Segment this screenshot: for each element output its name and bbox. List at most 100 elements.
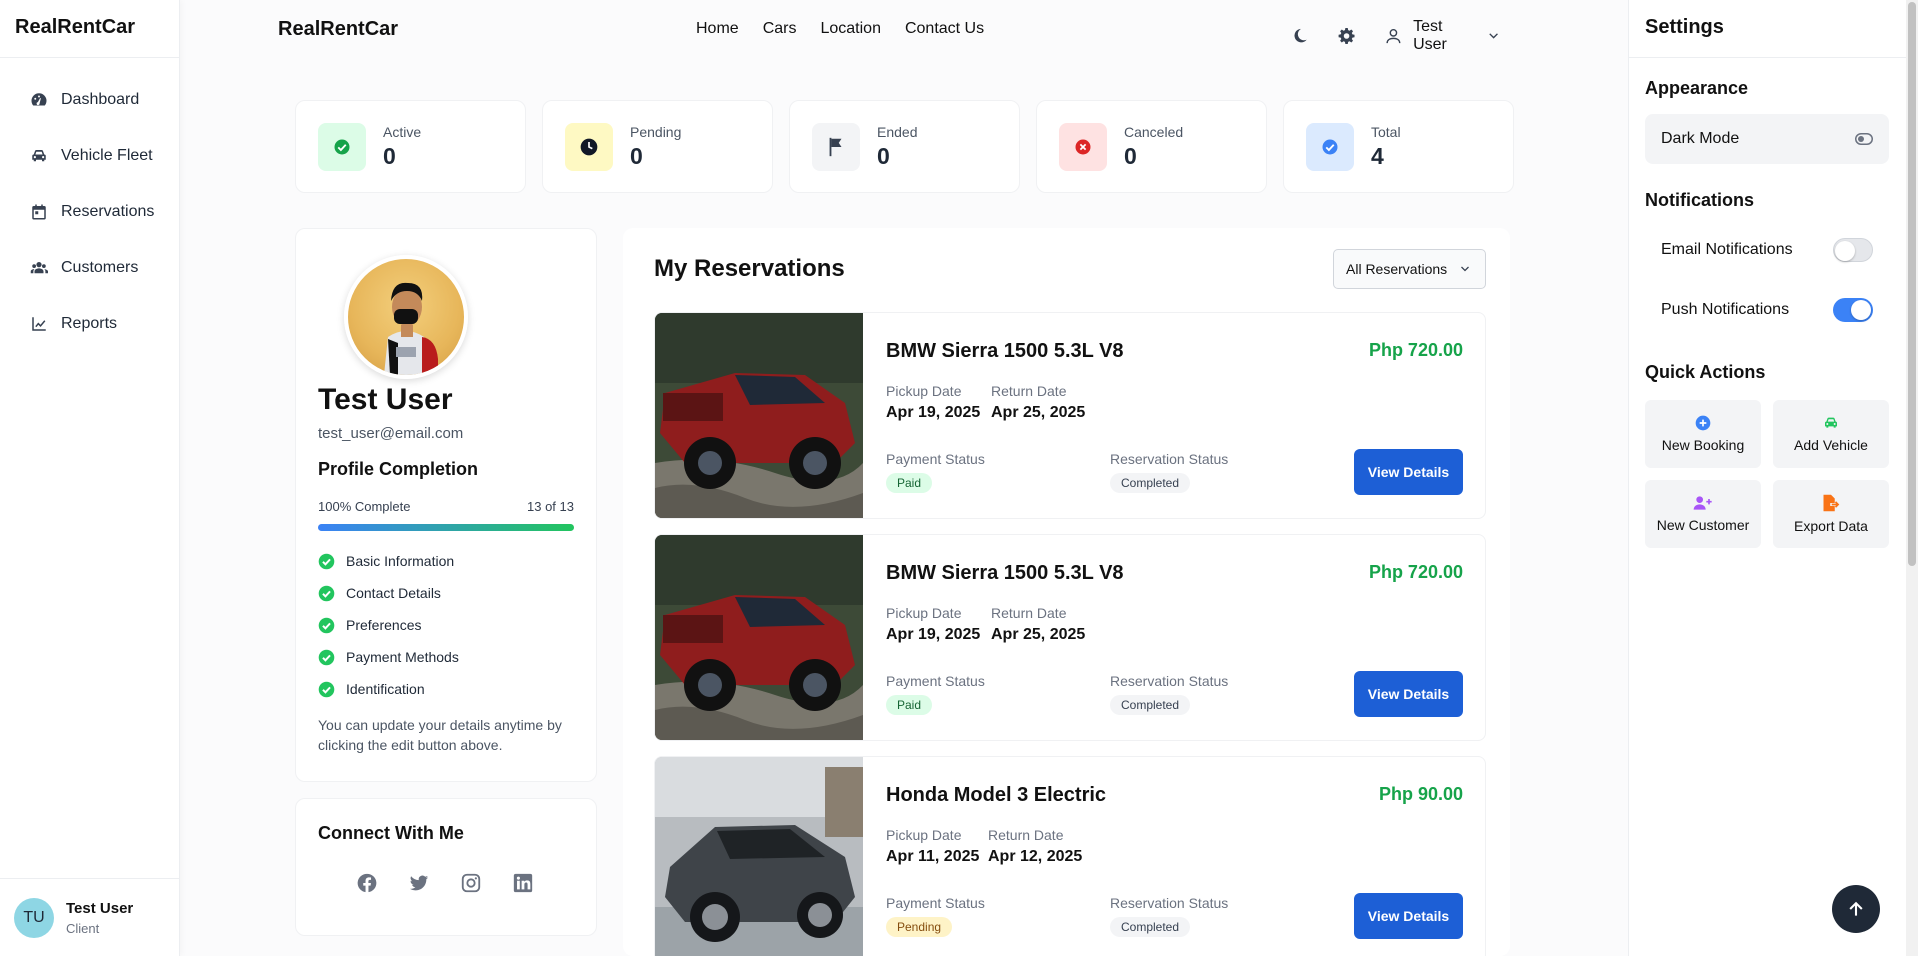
reservation-price: Php 720.00	[1368, 340, 1463, 360]
scroll-to-top-button[interactable]	[1832, 885, 1880, 933]
stat-value: 0	[383, 142, 396, 169]
email-notifications-label: Email Notifications	[1661, 241, 1793, 258]
stat-icon-box	[1306, 122, 1354, 171]
sidebar-item-vehicle-fleet[interactable]: Vehicle Fleet	[0, 128, 179, 184]
quick-actions-heading: Quick Actions	[1645, 362, 1766, 382]
sidebar-item-customers[interactable]: Customers	[0, 240, 179, 296]
toggle-knob	[1851, 300, 1871, 320]
social-links	[356, 872, 574, 894]
new-booking-button[interactable]: New Booking	[1645, 400, 1761, 468]
sidebar-user[interactable]: TU Test User Client	[0, 878, 180, 956]
file-export-icon	[1823, 494, 1840, 512]
checklist-label: Contact Details	[346, 585, 441, 601]
stat-card-pending: Pending 0	[542, 100, 773, 193]
user-name: Test User	[66, 899, 134, 917]
check-circle-icon	[318, 649, 335, 665]
car-photo-gray-sedan	[655, 757, 863, 956]
car-photo-red-truck	[655, 535, 863, 740]
view-details-button[interactable]: View Details	[1354, 893, 1463, 939]
stat-label: Ended	[877, 123, 918, 140]
nav-link-contact[interactable]: Contact Us	[905, 20, 984, 38]
stat-label: Active	[383, 123, 422, 140]
push-notifications-toggle[interactable]	[1833, 298, 1873, 322]
top-navbar: RealRentCar Home Cars Location Contact U…	[278, 0, 1510, 62]
stat-card-total: Total 4	[1283, 100, 1514, 193]
export-data-button[interactable]: Export Data	[1773, 480, 1889, 548]
quick-action-label: Export Data	[1794, 518, 1868, 534]
add-vehicle-button[interactable]: Add Vehicle	[1773, 400, 1889, 468]
reservation-price: Php 720.00	[1368, 562, 1463, 582]
profile-completion-row: 100% Complete 13 of 13	[318, 499, 574, 514]
reservation-card: BMW Sierra 1500 5.3L V8 Php 720.00 Picku…	[654, 534, 1486, 741]
nav-link-cars[interactable]: Cars	[763, 20, 797, 38]
calendar-icon	[32, 204, 46, 220]
stat-icon-box	[318, 122, 366, 171]
stat-value: 4	[1371, 142, 1384, 169]
return-date: Apr 12, 2025	[988, 848, 1083, 865]
sidebar-item-dashboard[interactable]: Dashboard	[0, 72, 179, 128]
page-scrollbar[interactable]	[1906, 0, 1918, 956]
appearance-heading: Appearance	[1645, 78, 1749, 98]
completion-count: 13 of 13	[527, 499, 574, 514]
quick-action-label: New Booking	[1661, 437, 1745, 453]
stat-value: 0	[877, 142, 890, 169]
pickup-label: Pickup Date	[886, 827, 962, 843]
navbar-brand[interactable]: RealRentCar	[278, 18, 398, 41]
email-notifications-toggle[interactable]	[1833, 238, 1873, 262]
gear-icon[interactable]	[1337, 26, 1356, 46]
push-notifications-row: Push Notifications	[1661, 298, 1873, 322]
scrollbar-thumb[interactable]	[1908, 2, 1916, 566]
stat-card-active: Active 0	[295, 100, 526, 193]
sidebar-item-label: Customers	[61, 259, 139, 276]
payment-status-badge: Paid	[886, 473, 933, 493]
sidebar-item-reservations[interactable]: Reservations	[0, 184, 179, 240]
view-details-button[interactable]: View Details	[1354, 449, 1463, 495]
nav-link-home[interactable]: Home	[696, 20, 739, 38]
reservations-panel: My Reservations All Reservations BMW Sie…	[623, 228, 1510, 956]
pickup-label: Pickup Date	[886, 605, 962, 621]
view-details-button[interactable]: View Details	[1354, 671, 1463, 717]
toggle-off-icon	[1855, 133, 1873, 145]
facebook-icon[interactable]	[356, 872, 378, 894]
profile-email: test_user@email.com	[318, 425, 464, 442]
profile-avatar[interactable]	[344, 255, 468, 379]
users-icon	[30, 262, 48, 274]
checklist-item: Basic Information	[318, 545, 574, 577]
x-circle-icon	[1075, 139, 1091, 154]
pickup-date: Apr 19, 2025	[886, 626, 981, 643]
instagram-icon[interactable]	[460, 872, 482, 894]
moon-icon[interactable]	[1290, 26, 1309, 46]
user-menu[interactable]: Test User	[1384, 18, 1510, 54]
stat-icon-box	[565, 122, 613, 171]
sidebar-nav: Dashboard Vehicle Fleet Reservations Cus…	[0, 58, 179, 352]
nav-link-location[interactable]: Location	[820, 20, 881, 38]
pickup-label: Pickup Date	[886, 383, 962, 399]
reservation-status-badge: Completed	[1110, 917, 1191, 937]
car-photo-red-truck	[655, 313, 863, 518]
check-icon	[334, 139, 350, 154]
reservations-filter-select[interactable]: All Reservations	[1333, 249, 1486, 289]
linkedin-icon[interactable]	[512, 872, 534, 894]
return-label: Return Date	[988, 827, 1064, 843]
stat-value: 0	[630, 142, 643, 169]
pickup-date: Apr 19, 2025	[886, 404, 981, 421]
connect-title: Connect With Me	[318, 823, 464, 843]
new-customer-button[interactable]: New Customer	[1645, 480, 1761, 548]
settings-title: Settings	[1629, 0, 1906, 58]
sidebar-item-reports[interactable]: Reports	[0, 296, 179, 352]
dark-mode-label: Dark Mode	[1661, 130, 1740, 147]
sidebar: RealRentCar Dashboard Vehicle Fleet Rese…	[0, 0, 180, 956]
reservation-price: Php 90.00	[1378, 784, 1463, 804]
profile-name: Test User	[318, 383, 453, 416]
user-role: Client	[66, 920, 100, 936]
reservation-status-badge: Completed	[1110, 695, 1191, 715]
sidebar-brand[interactable]: RealRentCar	[0, 0, 179, 58]
stat-label: Pending	[630, 123, 682, 140]
user-icon	[1386, 29, 1401, 44]
dark-mode-toggle-row[interactable]: Dark Mode	[1645, 114, 1889, 164]
stat-card-canceled: Canceled 0	[1036, 100, 1267, 193]
twitter-icon[interactable]	[408, 872, 430, 894]
status-label: Reservation Status	[1110, 895, 1229, 911]
return-date: Apr 25, 2025	[991, 404, 1086, 421]
arrow-up-icon	[1849, 901, 1863, 916]
